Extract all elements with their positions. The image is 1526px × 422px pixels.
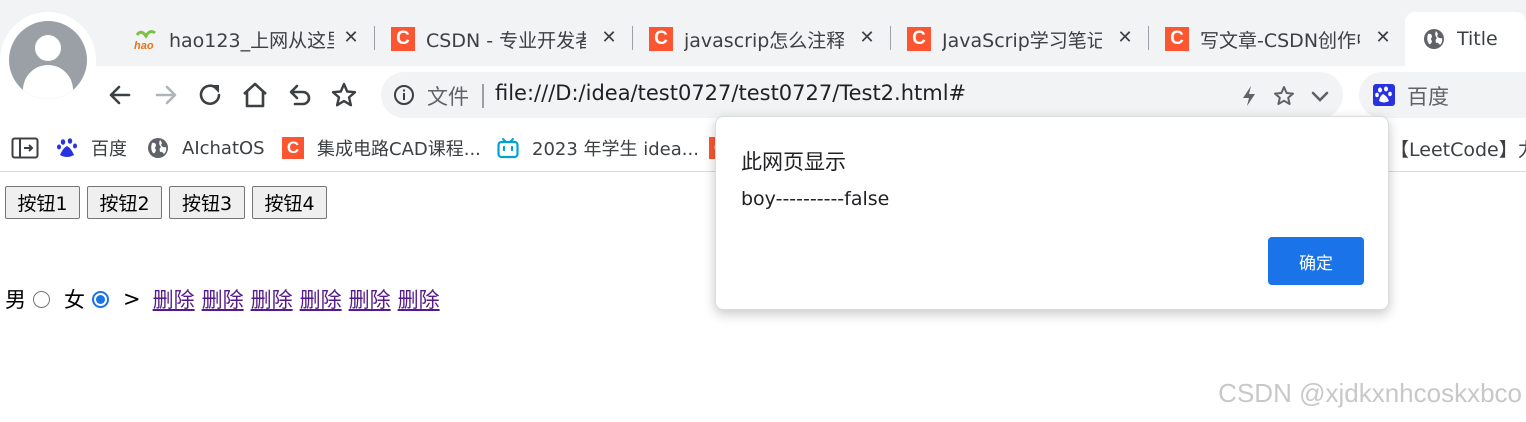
- chevron-down-icon[interactable]: [1309, 85, 1331, 107]
- delete-link[interactable]: 删除: [251, 284, 293, 314]
- forward-button[interactable]: [149, 78, 183, 112]
- search-engine-box[interactable]: 百度: [1359, 72, 1526, 118]
- url-text[interactable]: file:///D:/idea/test0727/test0727/Test2.…: [495, 81, 966, 105]
- home-button[interactable]: [238, 78, 272, 112]
- tab-separator: [632, 26, 633, 50]
- dialog-title: 此网页显示: [741, 150, 846, 174]
- gt-text: >: [123, 287, 141, 311]
- radio-male[interactable]: [33, 290, 50, 308]
- info-icon[interactable]: [393, 84, 415, 106]
- address-bar[interactable]: 文件 file:///D:/idea/test0727/test0727/Tes…: [381, 72, 1343, 118]
- tab-javascript-notes[interactable]: C JavaScrip学习笔记: ✕: [907, 12, 1135, 66]
- button-2[interactable]: 按钮2: [87, 186, 162, 219]
- lightning-icon[interactable]: [1238, 85, 1260, 107]
- tab-title: javascrip怎么注释-: [684, 29, 844, 52]
- tab-close-button[interactable]: ✕: [599, 27, 619, 48]
- tab-write-article[interactable]: C 写文章-CSDN创作中 ✕: [1165, 12, 1393, 66]
- radio-male-label: 男: [5, 288, 26, 312]
- back-button[interactable]: [103, 78, 137, 112]
- delete-link[interactable]: 删除: [202, 284, 244, 314]
- tab-title-active[interactable]: Title: [1405, 12, 1526, 66]
- forward-arrow-icon: [155, 85, 177, 105]
- globe-icon: [148, 138, 168, 158]
- baidu-paw-icon: [1373, 84, 1395, 106]
- tab-hao123[interactable]: hao hao123_上网从这里 ✕: [133, 12, 361, 66]
- bookmark-aichatos[interactable]: AIchatOS: [147, 135, 265, 161]
- button-4[interactable]: 按钮4: [252, 186, 327, 219]
- bookmark-label: 集成电路CAD课程...: [317, 139, 481, 160]
- delete-link[interactable]: 删除: [349, 284, 391, 314]
- alert-dialog: 此网页显示 boy----------false 确定: [715, 116, 1389, 310]
- bookmark-leetcode[interactable]: 【LeetCode】力: [1390, 135, 1526, 162]
- tab-close-button[interactable]: ✕: [1373, 27, 1393, 48]
- tab-close-button[interactable]: ✕: [857, 27, 877, 48]
- bookmark-star-button[interactable]: [327, 78, 361, 112]
- dialog-ok-button[interactable]: 确定: [1268, 237, 1364, 285]
- hao123-icon: hao: [133, 27, 159, 52]
- tab-close-button[interactable]: ✕: [341, 27, 361, 48]
- reload-button[interactable]: [193, 78, 227, 112]
- tab-title: JavaScrip学习笔记:: [942, 29, 1102, 52]
- tab-close-button[interactable]: ✕: [1115, 27, 1135, 48]
- address-separator: [482, 84, 484, 108]
- avatar-icon: [9, 21, 87, 99]
- apps-shortcut-button[interactable]: [11, 135, 39, 161]
- tab-title: Title: [1457, 28, 1498, 50]
- tab-csdn[interactable]: C CSDN - 专业开发者 ✕: [391, 12, 619, 66]
- csdn-icon: C: [1165, 27, 1189, 51]
- bookmark-baidu[interactable]: 百度: [56, 135, 127, 161]
- bookmark-idea-student[interactable]: 2023 年学生 idea...: [497, 135, 699, 161]
- reload-icon: [199, 84, 221, 105]
- watermark: CSDN @xjdkxnhcoskxbco: [1218, 378, 1522, 408]
- delete-link[interactable]: 删除: [300, 284, 342, 314]
- home-icon: [243, 82, 267, 108]
- globe-icon: [1423, 28, 1445, 50]
- profile-avatar[interactable]: [0, 12, 96, 108]
- sidebar-toggle-icon: [11, 137, 39, 159]
- tab-separator: [890, 26, 891, 50]
- svg-text:hao: hao: [134, 40, 154, 51]
- csdn-icon: C: [391, 27, 415, 51]
- scheme-label: 文件: [427, 85, 469, 109]
- dialog-message: boy----------false: [741, 188, 890, 210]
- bookmark-label: 2023 年学生 idea...: [532, 139, 699, 160]
- back-arrow-icon: [109, 85, 131, 105]
- tab-title: hao123_上网从这里: [169, 29, 334, 52]
- button-3[interactable]: 按钮3: [169, 186, 245, 219]
- button-1[interactable]: 按钮1: [5, 186, 80, 219]
- csdn-icon: C: [907, 27, 931, 51]
- bookmark-label: 百度: [91, 139, 127, 160]
- star-icon: [331, 82, 357, 107]
- bookmark-label: AIchatOS: [182, 137, 265, 159]
- undo-button[interactable]: [283, 78, 317, 112]
- search-engine-label: 百度: [1407, 85, 1449, 109]
- bookmark-ic-cad[interactable]: C 集成电路CAD课程...: [282, 135, 481, 161]
- tab-separator: [374, 26, 375, 50]
- delete-link[interactable]: 删除: [398, 284, 440, 314]
- csdn-icon: C: [649, 27, 673, 51]
- favorite-star-icon[interactable]: [1273, 85, 1295, 107]
- delete-link[interactable]: 删除: [153, 284, 195, 314]
- undo-icon: [289, 84, 311, 106]
- csdn-icon: C: [282, 137, 304, 159]
- tab-title: CSDN - 专业开发者: [426, 29, 586, 52]
- gender-row: 男 女 > 删除 删除 删除 删除 删除 删除: [5, 283, 447, 315]
- radio-female[interactable]: [92, 290, 109, 308]
- radio-female-label: 女: [64, 288, 85, 312]
- tab-strip: hao hao123_上网从这里 ✕ C CSDN - 专业开发者 ✕ C ja…: [0, 0, 1526, 108]
- tab-javascript-comment[interactable]: C javascrip怎么注释- ✕: [649, 12, 877, 66]
- bilibili-icon: [497, 138, 519, 159]
- baidu-paw-icon: [57, 138, 77, 157]
- tab-separator: [1148, 26, 1149, 50]
- tab-title: 写文章-CSDN创作中: [1200, 29, 1360, 52]
